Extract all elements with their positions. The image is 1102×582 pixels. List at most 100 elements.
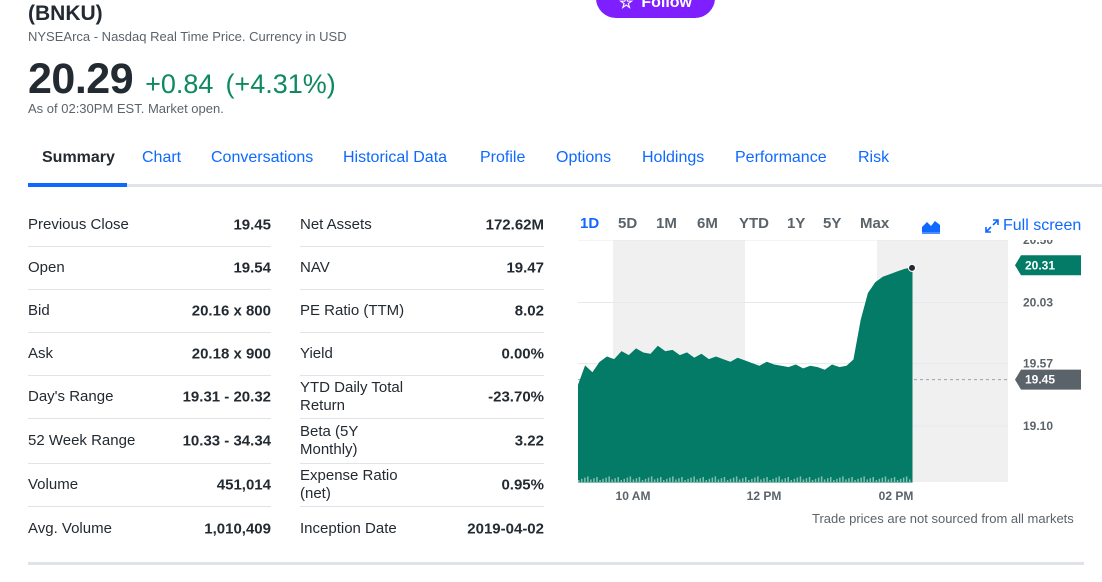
volume-bar <box>811 480 814 482</box>
stat-label: Bid <box>28 302 50 319</box>
volume-bar <box>656 478 659 482</box>
volume-bar <box>881 477 884 482</box>
volume-bar <box>754 477 756 482</box>
x-tick-label: 12 PM <box>747 489 782 503</box>
volume-bar <box>687 478 689 482</box>
stat-row: Previous Close 19.45 <box>28 204 271 247</box>
current-price-dot <box>908 263 916 272</box>
price-change: +0.84 <box>145 69 214 99</box>
range-max-button[interactable]: Max <box>860 215 889 232</box>
stat-row: 52 Week Range 10.33 - 34.34 <box>28 419 271 464</box>
stat-row: Day's Range 19.31 - 20.32 <box>28 376 271 419</box>
volume-bar <box>860 477 862 482</box>
volume-bar <box>848 478 850 482</box>
range-6m-button[interactable]: 6M <box>697 215 718 232</box>
range-5y-button[interactable]: 5Y <box>823 215 841 232</box>
volume-bar <box>720 478 723 482</box>
y-tick-label: 20.03 <box>1023 295 1053 309</box>
volume-bar <box>690 477 692 482</box>
volume-bar <box>711 477 714 482</box>
volume-bar <box>787 477 789 482</box>
tab-profile[interactable]: Profile <box>480 149 525 167</box>
volume-bar <box>851 477 853 482</box>
tab-historical-data[interactable]: Historical Data <box>343 149 447 167</box>
volume-bar <box>796 477 799 482</box>
volume-bar <box>890 478 893 482</box>
tab-risk[interactable]: Risk <box>858 149 889 167</box>
volume-bar <box>781 479 783 482</box>
volume-bar <box>875 480 878 482</box>
range-1m-button[interactable]: 1M <box>656 215 677 232</box>
volume-bar <box>660 477 662 482</box>
volume-bar <box>675 479 677 482</box>
fullscreen-label: Full screen <box>1003 217 1082 234</box>
volume-bar <box>641 480 644 482</box>
stat-row: Volume 451,014 <box>28 464 271 507</box>
tab-options[interactable]: Options <box>556 149 611 167</box>
range-ytd-button[interactable]: YTD <box>739 215 769 232</box>
stat-value: 19.45 <box>233 216 271 234</box>
stat-label: Inception Date <box>300 519 397 537</box>
follow-button[interactable]: ☆ Follow <box>596 0 715 18</box>
range-1d-button[interactable]: 1D <box>580 215 599 232</box>
fullscreen-button[interactable]: Full screen <box>985 217 1081 235</box>
volume-bar <box>653 479 656 482</box>
volume-bar <box>617 477 619 482</box>
volume-bar <box>620 480 622 482</box>
price-change-percent: (+4.31%) <box>225 69 336 99</box>
volume-bar <box>702 477 704 482</box>
stat-label: Open <box>28 259 65 276</box>
volume-bar <box>805 478 808 482</box>
volume-bar <box>605 477 607 482</box>
price-chart[interactable]: 20.50 20.03 19.57 19.10 20.31 19.45 10 AM 12 PM… <box>578 240 1088 505</box>
volume-bar <box>602 478 604 482</box>
volume-bar <box>854 480 856 482</box>
volume-bar <box>596 477 598 482</box>
volume-bar <box>608 476 610 482</box>
x-tick-label: 02 PM <box>879 489 914 503</box>
current-price-label: 20.31 <box>1025 258 1055 272</box>
stat-row: YTD Daily Total Return -23.70% <box>300 376 544 419</box>
section-divider <box>28 562 1084 565</box>
stat-label: Net Assets <box>300 216 372 233</box>
volume-bar <box>878 478 881 482</box>
volume-bar <box>751 478 753 482</box>
volume-bar <box>593 478 595 482</box>
stat-row: Yield 0.00% <box>300 333 544 376</box>
volume-bar <box>699 478 701 482</box>
stat-value: 20.18 x 900 <box>191 345 271 363</box>
ticker-symbol: (BNKU) <box>28 2 103 25</box>
expand-icon <box>985 219 999 233</box>
volume-bar <box>778 476 780 482</box>
volume-bar <box>578 480 580 482</box>
tab-chart[interactable]: Chart <box>142 149 181 167</box>
volume-bar <box>626 477 629 482</box>
stat-label: Ask <box>28 345 54 362</box>
volume-bar <box>802 479 805 482</box>
stat-label: Yield <box>300 345 333 362</box>
stat-value: 20.16 x 800 <box>191 302 271 320</box>
volume-bar <box>623 478 625 482</box>
tab-holdings[interactable]: Holdings <box>642 149 704 167</box>
range-1y-button[interactable]: 1Y <box>787 215 805 232</box>
volume-bar <box>614 478 616 482</box>
stat-value: -23.70% <box>488 388 544 406</box>
stat-label: YTD Daily Total Return <box>300 379 404 414</box>
mountain-chart-icon[interactable] <box>921 218 941 234</box>
stat-value: 2019-04-02 <box>467 520 544 537</box>
stat-label: Day's Range <box>28 388 114 405</box>
volume-bar <box>896 480 899 482</box>
volume-bar <box>748 480 750 482</box>
tab-conversations[interactable]: Conversations <box>211 149 313 167</box>
volume-bar <box>793 478 796 482</box>
tab-performance[interactable]: Performance <box>735 149 827 167</box>
range-5d-button[interactable]: 5D <box>618 215 637 232</box>
stat-value: 8.02 <box>514 302 544 320</box>
current-price: 20.29 <box>28 55 134 103</box>
volume-bar <box>732 477 735 482</box>
volume-bar <box>693 476 695 482</box>
tab-summary[interactable]: Summary <box>42 149 115 167</box>
volume-bar <box>647 477 650 482</box>
volume-bar <box>729 478 732 482</box>
stat-value: 3.22 <box>514 432 544 450</box>
